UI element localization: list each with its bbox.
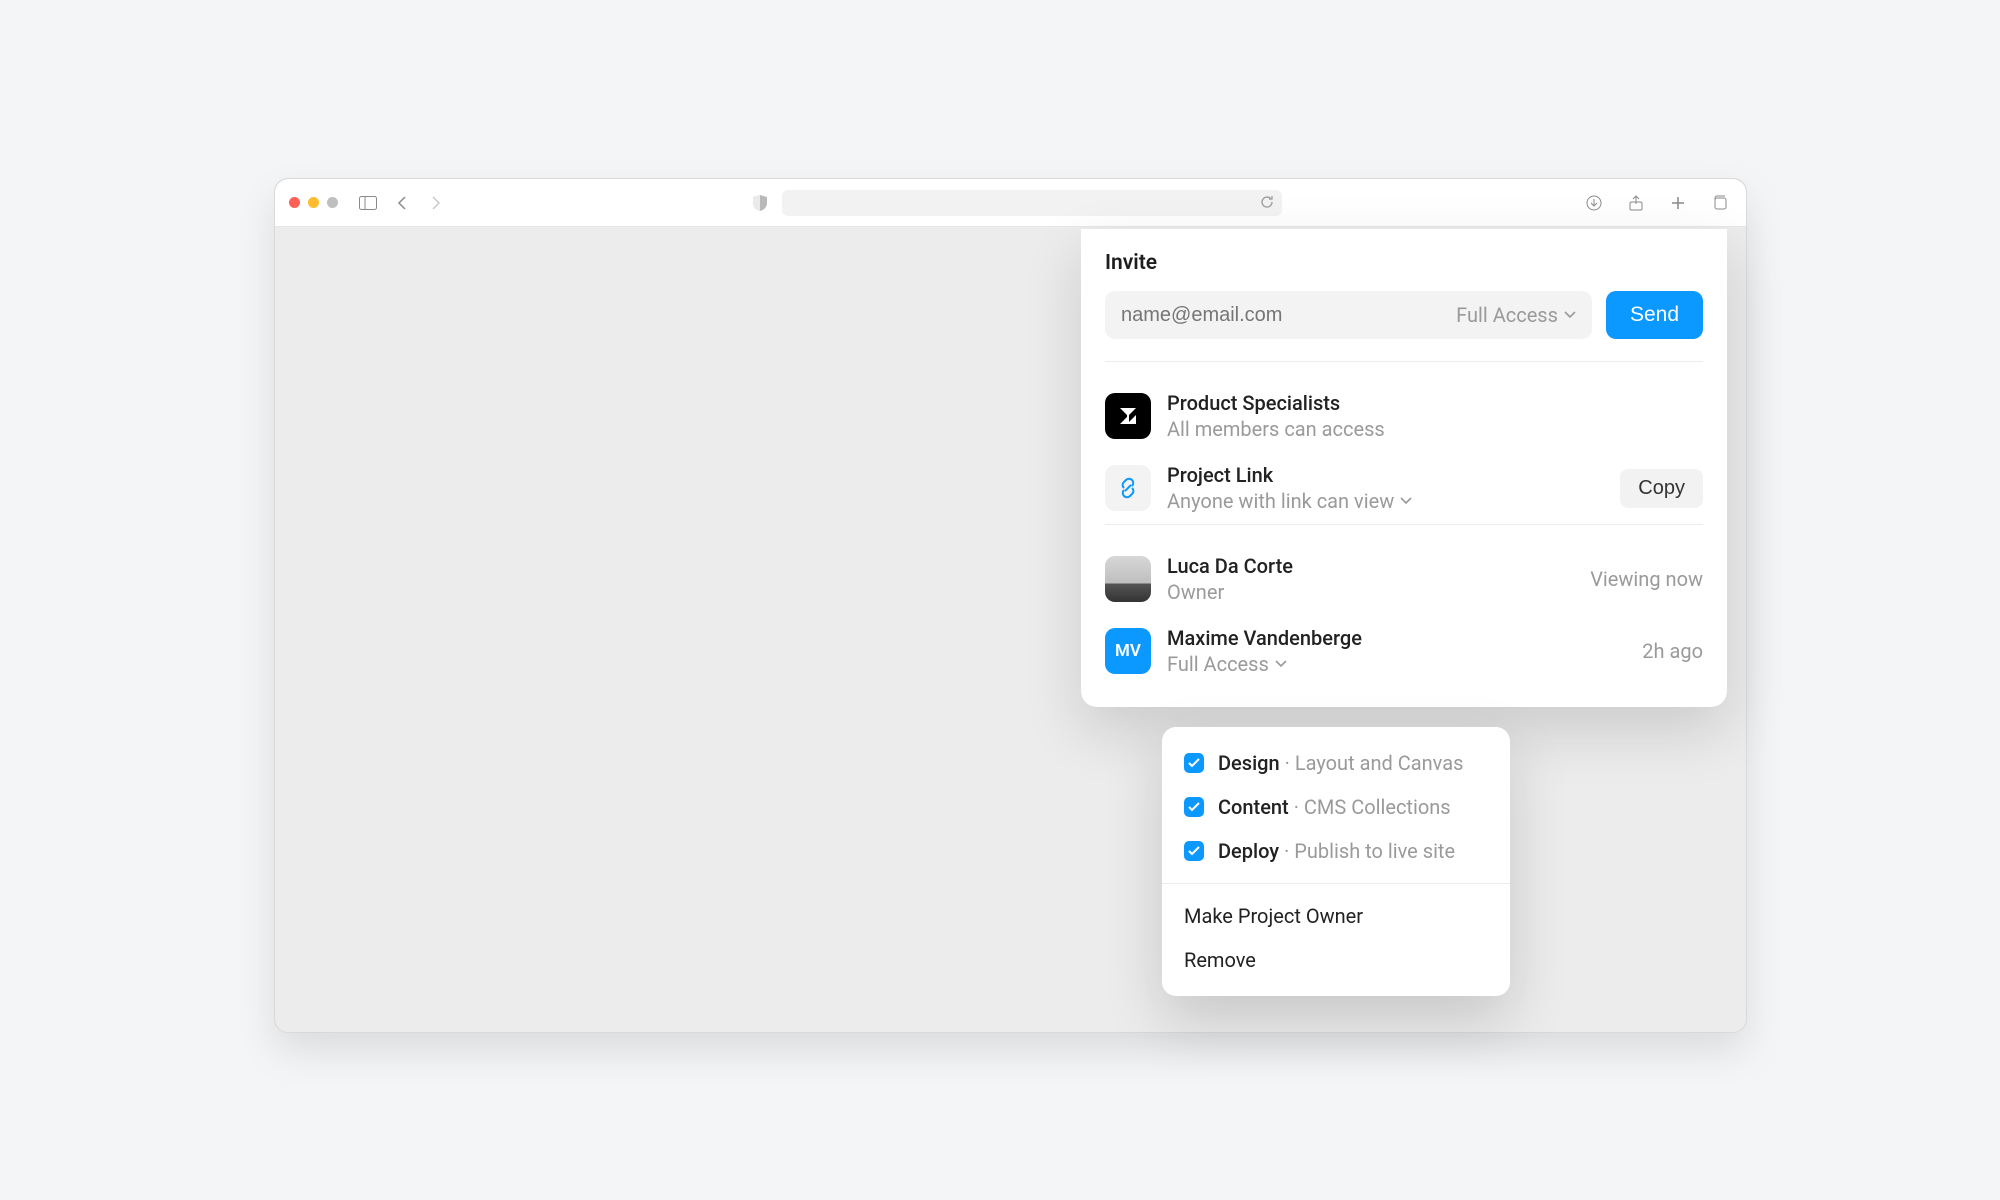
plus-icon[interactable] — [1666, 191, 1690, 215]
team-name: Product Specialists — [1167, 390, 1703, 416]
invite-role-label: Full Access — [1456, 303, 1558, 327]
member-row: Luca Da Corte Owner Viewing now — [1105, 543, 1703, 615]
permission-detail: Layout and Canvas — [1295, 751, 1464, 775]
chevron-down-icon — [1400, 497, 1412, 505]
avatar — [1105, 556, 1151, 602]
permission-label: Deploy — [1218, 839, 1279, 863]
permission-label: Design — [1218, 751, 1280, 775]
member-row: MV Maxime Vandenberge Full Access 2h ago — [1105, 615, 1703, 687]
project-link-row: Project Link Anyone with link can view C… — [1105, 452, 1703, 524]
send-button[interactable]: Send — [1606, 291, 1703, 339]
member-name: Luca Da Corte — [1167, 553, 1574, 579]
invite-input-wrap: Full Access — [1105, 291, 1592, 339]
make-owner-button[interactable]: Make Project Owner — [1162, 894, 1510, 938]
traffic-lights — [289, 197, 338, 208]
permission-detail: CMS Collections — [1304, 795, 1451, 819]
share-icon[interactable] — [1624, 191, 1648, 215]
minimize-icon[interactable] — [308, 197, 319, 208]
invite-email-input[interactable] — [1121, 304, 1446, 327]
titlebar — [275, 179, 1746, 227]
checkbox-checked-icon — [1184, 797, 1204, 817]
copy-link-button[interactable]: Copy — [1620, 469, 1703, 508]
invite-title: Invite — [1105, 251, 1703, 275]
chevron-down-icon — [1564, 311, 1576, 319]
checkbox-checked-icon — [1184, 753, 1204, 773]
link-title: Project Link — [1167, 462, 1604, 488]
remove-member-button[interactable]: Remove — [1162, 938, 1510, 982]
member-role-select[interactable]: Full Access — [1167, 651, 1626, 677]
checkbox-checked-icon — [1184, 841, 1204, 861]
invite-role-select[interactable]: Full Access — [1456, 303, 1576, 327]
member-role-label: Full Access — [1167, 651, 1269, 677]
chevron-down-icon — [1275, 660, 1287, 668]
sidebar-toggle-icon[interactable] — [356, 191, 380, 215]
member-status: 2h ago — [1642, 639, 1703, 663]
link-access-select[interactable]: Anyone with link can view — [1167, 488, 1604, 514]
permission-option-content[interactable]: Content · CMS Collections — [1162, 785, 1510, 829]
close-icon[interactable] — [289, 197, 300, 208]
team-row: Product Specialists All members can acce… — [1105, 380, 1703, 452]
shield-icon[interactable] — [748, 191, 772, 215]
back-icon[interactable] — [390, 191, 414, 215]
permission-label: Content — [1218, 795, 1289, 819]
permissions-dropdown: Design · Layout and Canvas Content · CMS… — [1162, 727, 1510, 996]
member-role: Owner — [1167, 579, 1574, 605]
member-status: Viewing now — [1590, 567, 1703, 591]
link-icon — [1105, 465, 1151, 511]
team-logo-icon — [1105, 393, 1151, 439]
permission-option-design[interactable]: Design · Layout and Canvas — [1162, 741, 1510, 785]
invite-popover: Invite Full Access Send Product Speciali… — [1081, 229, 1727, 707]
forward-icon[interactable] — [424, 191, 448, 215]
member-name: Maxime Vandenberge — [1167, 625, 1626, 651]
address-bar[interactable] — [782, 190, 1282, 216]
zoom-icon[interactable] — [327, 197, 338, 208]
link-access-label: Anyone with link can view — [1167, 488, 1394, 514]
team-sub: All members can access — [1167, 416, 1703, 442]
permission-option-deploy[interactable]: Deploy · Publish to live site — [1162, 829, 1510, 873]
tabs-icon[interactable] — [1708, 191, 1732, 215]
avatar: MV — [1105, 628, 1151, 674]
browser-window: Invite Full Access Send Product Speciali… — [274, 178, 1747, 1033]
download-icon[interactable] — [1582, 191, 1606, 215]
refresh-icon[interactable] — [1260, 195, 1274, 209]
permission-detail: Publish to live site — [1294, 839, 1455, 863]
